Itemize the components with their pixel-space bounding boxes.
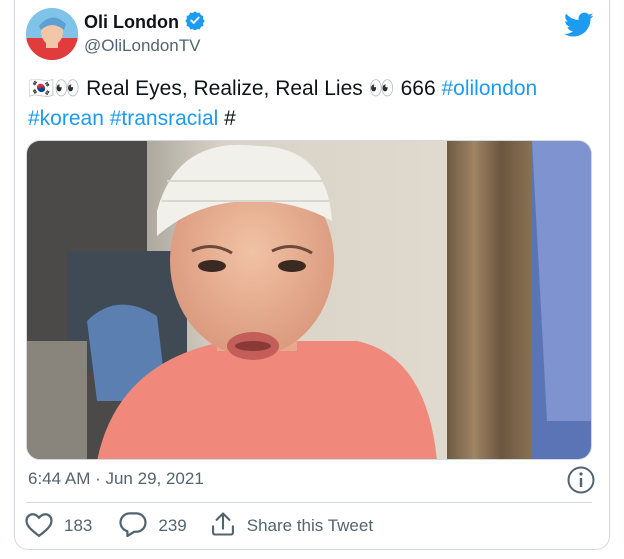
reply-count: 239	[158, 516, 187, 535]
share-icon	[209, 510, 237, 543]
tweet-actions: 183 239 Share this Tweet	[24, 510, 373, 542]
tweet-media-video[interactable]	[26, 140, 592, 460]
reply-icon	[118, 510, 148, 543]
like-count: 183	[64, 516, 93, 535]
author-name-row[interactable]: Oli London	[84, 10, 205, 35]
verified-badge-icon	[185, 10, 205, 35]
tweet-emoji-mid: 👀	[368, 77, 395, 100]
divider	[26, 502, 592, 503]
share-button[interactable]: Share this Tweet	[209, 510, 373, 543]
hashtag-korean[interactable]: #korean	[28, 107, 104, 130]
tweet-emoji-prefix: 🇰🇷👀	[28, 77, 81, 100]
tweet-text-main: Real Eyes, Realize, Real Lies	[80, 77, 369, 100]
share-label: Share this Tweet	[246, 516, 374, 535]
author-display-name[interactable]: Oli London	[84, 12, 179, 33]
avatar[interactable]	[26, 8, 78, 60]
tweet-timestamp[interactable]: 6:44 AM · Jun 29, 2021	[28, 469, 204, 489]
twitter-bird-icon[interactable]	[564, 12, 594, 38]
like-button[interactable]: 183	[24, 510, 92, 543]
heart-icon	[24, 510, 54, 543]
tweet-number: 666	[394, 77, 442, 100]
reply-button[interactable]: 239	[118, 510, 187, 543]
author-handle[interactable]: @OliLondonTV	[84, 36, 201, 56]
tweet-trailing-hash: #	[218, 107, 236, 130]
hashtag-olilondon[interactable]: #olilondon	[441, 77, 537, 100]
hashtag-transracial[interactable]: #transracial	[110, 107, 219, 130]
tweet-text: 🇰🇷👀 Real Eyes, Realize, Real Lies 👀 666 …	[28, 74, 588, 134]
info-icon[interactable]	[566, 465, 596, 495]
